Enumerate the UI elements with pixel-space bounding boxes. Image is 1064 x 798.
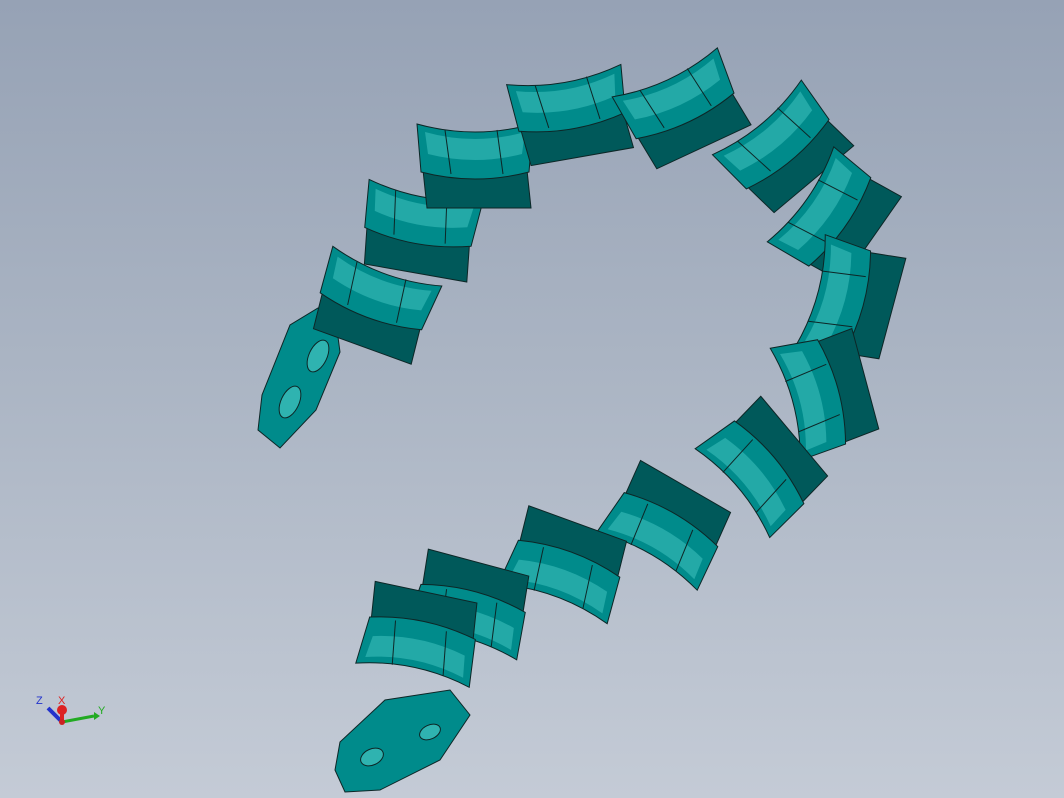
x-axis-label: X <box>58 695 66 707</box>
cable-carrier-model[interactable] <box>0 0 1064 798</box>
z-axis-label: Z <box>36 695 43 707</box>
graphics-viewport[interactable]: Z X Y <box>0 0 1064 798</box>
chain-link <box>416 123 534 209</box>
end-bracket-lower <box>334 689 471 793</box>
coordinate-triad: Z X Y <box>36 695 106 725</box>
y-axis-icon <box>61 714 95 724</box>
y-axis-label: Y <box>98 705 106 717</box>
